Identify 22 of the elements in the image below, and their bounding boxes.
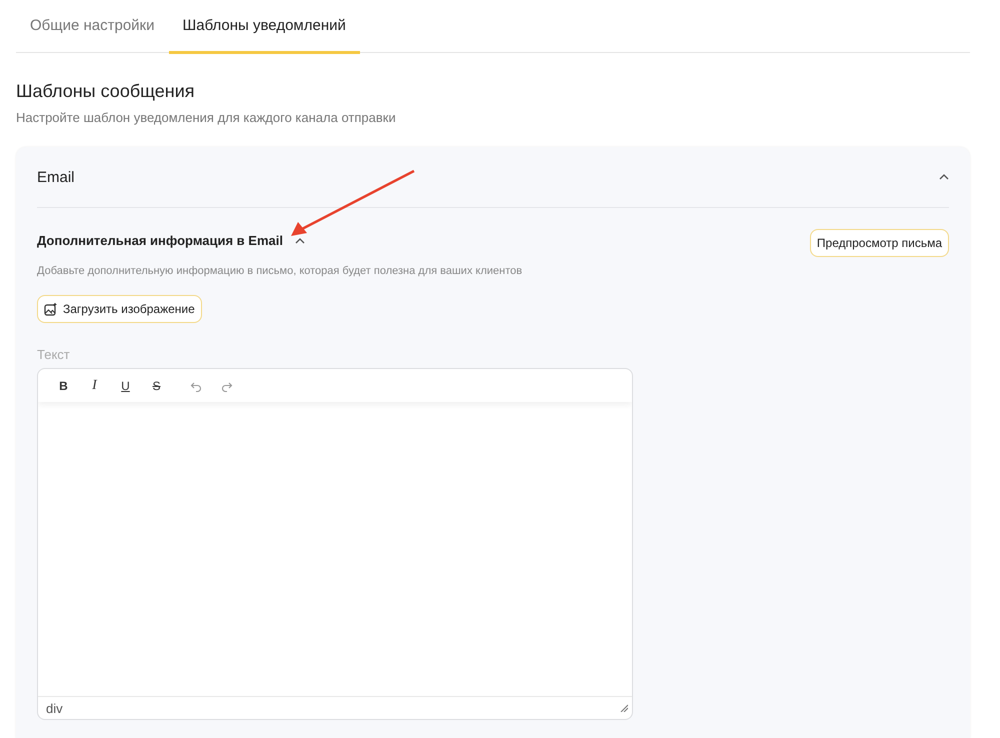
field-label: Текст xyxy=(37,347,71,362)
section-title: Дополнительная информация в Email xyxy=(37,233,283,248)
text-editor[interactable]: B I U S div xyxy=(37,368,633,720)
redo-icon xyxy=(220,380,232,392)
format-button[interactable]: I xyxy=(79,374,110,398)
tab[interactable]: Шаблоны уведомлений xyxy=(168,0,360,54)
page-subheading: Настройте шаблон уведомления для каждого канала отправки xyxy=(16,110,397,125)
image-icon xyxy=(44,302,57,316)
preview-button[interactable]: Предпросмотр письма xyxy=(810,229,949,257)
chevron-icon[interactable] xyxy=(294,238,305,244)
resize-handle-icon[interactable] xyxy=(620,704,628,712)
section-description: Добавьте дополнительную информацию в письмо, которая будет полезна для ваших клиентов xyxy=(37,265,524,277)
format-button[interactable]: S xyxy=(141,374,172,398)
channel-title: Email xyxy=(37,168,75,186)
upload-image-button[interactable]: Загрузить изображение xyxy=(37,295,202,323)
chevron-icon[interactable] xyxy=(939,174,949,180)
undo-icon xyxy=(190,380,202,392)
element-path: div xyxy=(46,700,63,716)
tab[interactable]: Общие настройки xyxy=(16,0,168,54)
format-button[interactable]: B xyxy=(48,374,79,398)
format-button[interactable]: U xyxy=(110,374,141,398)
page-heading: Шаблоны сообщения xyxy=(16,81,196,102)
